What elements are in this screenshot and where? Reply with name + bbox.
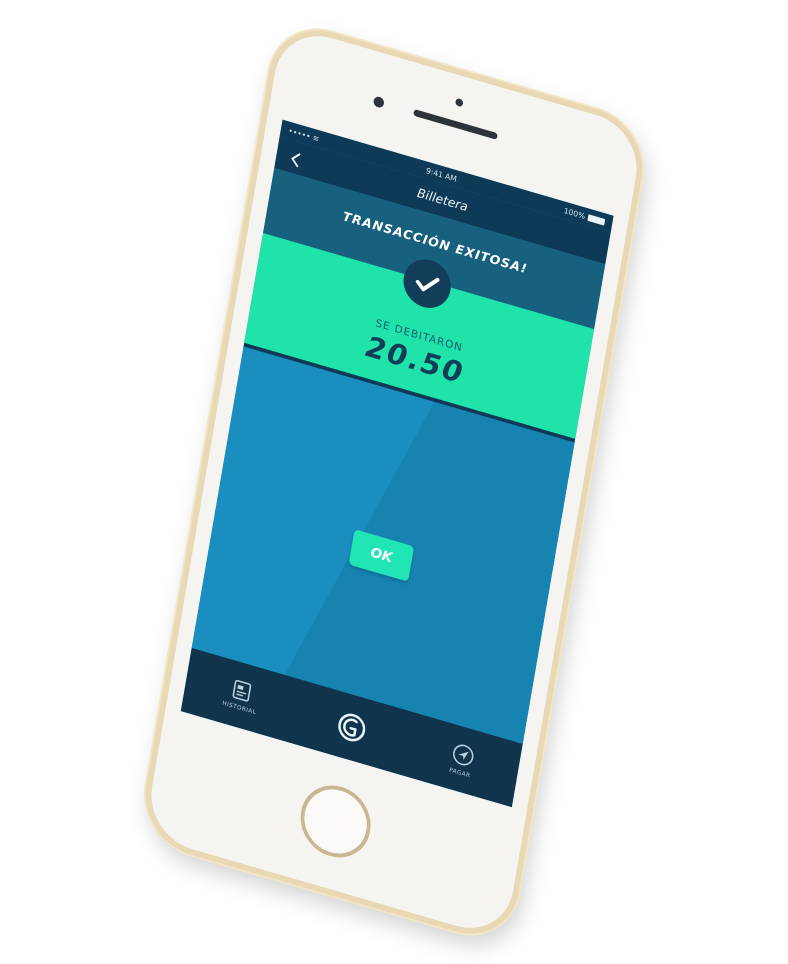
back-button[interactable]	[282, 143, 308, 172]
battery-percent: 100%	[563, 205, 586, 221]
stage: ••••• ≋ 9:41 AM 100% Billetera TRANSACCI…	[0, 0, 788, 964]
phone-device: ••••• ≋ 9:41 AM 100% Billetera TRANSACCI…	[137, 16, 651, 948]
chevron-left-icon	[291, 152, 301, 168]
check-icon	[415, 277, 440, 292]
send-icon	[452, 743, 474, 765]
wallet-card-icon	[232, 679, 252, 702]
wallet-logo-icon	[338, 713, 366, 742]
tab-historial-label: HISTORIAL	[221, 699, 257, 716]
tab-pagar-label: PAGAR	[448, 766, 471, 779]
battery-icon	[587, 213, 606, 226]
page-title: Billetera	[416, 185, 469, 215]
